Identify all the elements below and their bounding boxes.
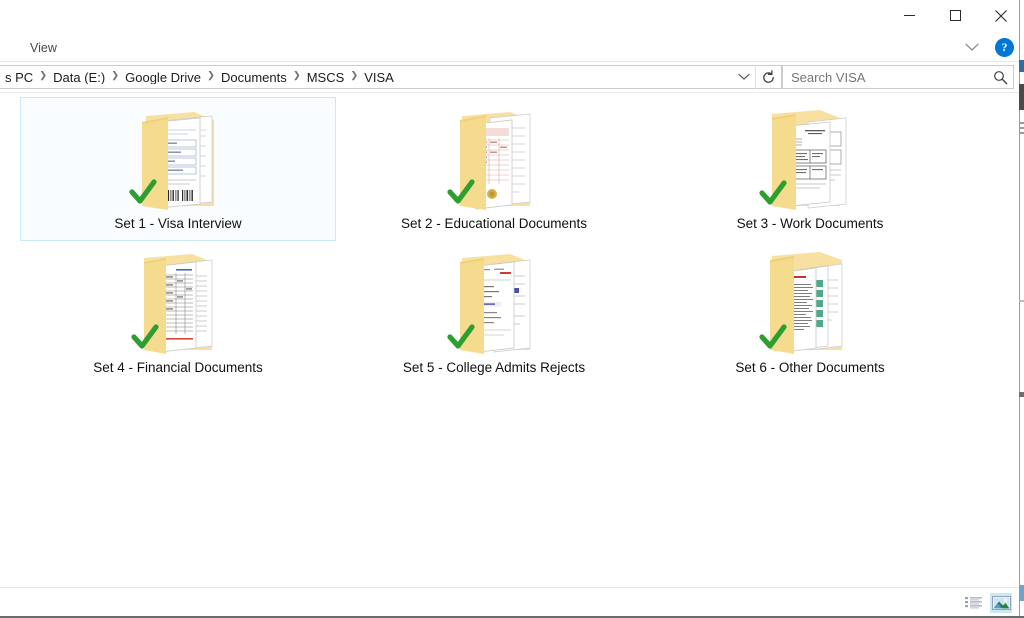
search-input[interactable]	[783, 69, 987, 85]
ribbon-right-controls: ?	[959, 36, 1024, 61]
breadcrumb-separator-icon: ❯	[207, 70, 215, 82]
address-bar: s PC ❯ Data (E:) ❯ Google Drive ❯ Docume…	[0, 62, 1024, 93]
search-icon[interactable]	[987, 66, 1013, 88]
maximize-button[interactable]	[932, 0, 978, 31]
large-icons-view-icon[interactable]	[990, 593, 1012, 613]
folder-icon	[750, 250, 870, 358]
list-item[interactable]: Set 6 - Other Documents	[652, 241, 968, 385]
breadcrumb-item-data-e[interactable]: Data (E:)	[48, 71, 110, 84]
help-question-icon: ?	[1001, 40, 1008, 54]
folder-icon	[434, 106, 554, 214]
file-list-view[interactable]: Set 1 - Visa Interview Set 2 - Education…	[0, 93, 1024, 587]
folder-icon	[750, 106, 870, 214]
refresh-icon[interactable]	[755, 65, 781, 89]
details-view-icon[interactable]	[962, 593, 984, 613]
search-box[interactable]	[782, 65, 1014, 89]
list-item[interactable]: Set 3 - Work Documents	[652, 97, 968, 241]
ribbon-tabs: View	[0, 31, 65, 61]
breadcrumb-separator-icon: ❯	[39, 70, 48, 82]
breadcrumb-item-this-pc[interactable]: s PC	[0, 71, 38, 84]
list-item-label: Set 6 - Other Documents	[735, 360, 885, 375]
list-item[interactable]: Set 1 - Visa Interview	[20, 97, 336, 241]
file-explorer-window: View ? s PC ❯ Data (E:) ❯ Google Drive ❯…	[0, 0, 1024, 618]
list-item[interactable]: Set 4 - Financial Documents	[20, 241, 336, 385]
breadcrumb-box[interactable]: s PC ❯ Data (E:) ❯ Google Drive ❯ Docume…	[0, 65, 782, 89]
list-item-label: Set 5 - College Admits Rejects	[402, 360, 586, 375]
background-window-edge	[1019, 0, 1024, 618]
tab-view[interactable]: View	[22, 41, 65, 62]
minimize-button[interactable]	[886, 0, 932, 31]
status-bar	[0, 587, 1024, 618]
breadcrumb-separator-icon: ❯	[350, 70, 359, 82]
title-bar	[0, 0, 1024, 31]
breadcrumb-chevron-down-icon[interactable]	[733, 66, 755, 88]
list-item[interactable]: Set 2 - Educational Documents	[336, 97, 652, 241]
close-button[interactable]	[978, 0, 1024, 31]
breadcrumb-separator-icon: ❯	[111, 70, 120, 82]
folder-icon	[434, 250, 554, 358]
folder-icon	[118, 106, 238, 214]
list-item-label: Set 4 - Financial Documents	[93, 360, 263, 375]
breadcrumb-item-documents[interactable]: Documents	[216, 71, 292, 84]
breadcrumb-item-mscs[interactable]: MSCS	[302, 71, 350, 84]
breadcrumb-item-visa[interactable]: VISA	[359, 71, 399, 84]
folder-icon	[118, 250, 238, 358]
list-item-label: Set 2 - Educational Documents	[400, 216, 588, 231]
help-button[interactable]: ?	[995, 37, 1014, 57]
breadcrumb-separator-icon: ❯	[292, 70, 301, 82]
list-item[interactable]: Set 5 - College Admits Rejects	[336, 241, 652, 385]
list-item-label: Set 1 - Visa Interview	[114, 216, 242, 231]
list-item-label: Set 3 - Work Documents	[736, 216, 884, 231]
breadcrumb-item-google-drive[interactable]: Google Drive	[120, 71, 206, 84]
ribbon-tab-strip: View ?	[0, 31, 1024, 62]
collapse-ribbon-chevron-down-icon[interactable]	[959, 36, 985, 58]
file-grid: Set 1 - Visa Interview Set 2 - Education…	[0, 93, 1024, 385]
breadcrumb: s PC ❯ Data (E:) ❯ Google Drive ❯ Docume…	[0, 71, 733, 84]
